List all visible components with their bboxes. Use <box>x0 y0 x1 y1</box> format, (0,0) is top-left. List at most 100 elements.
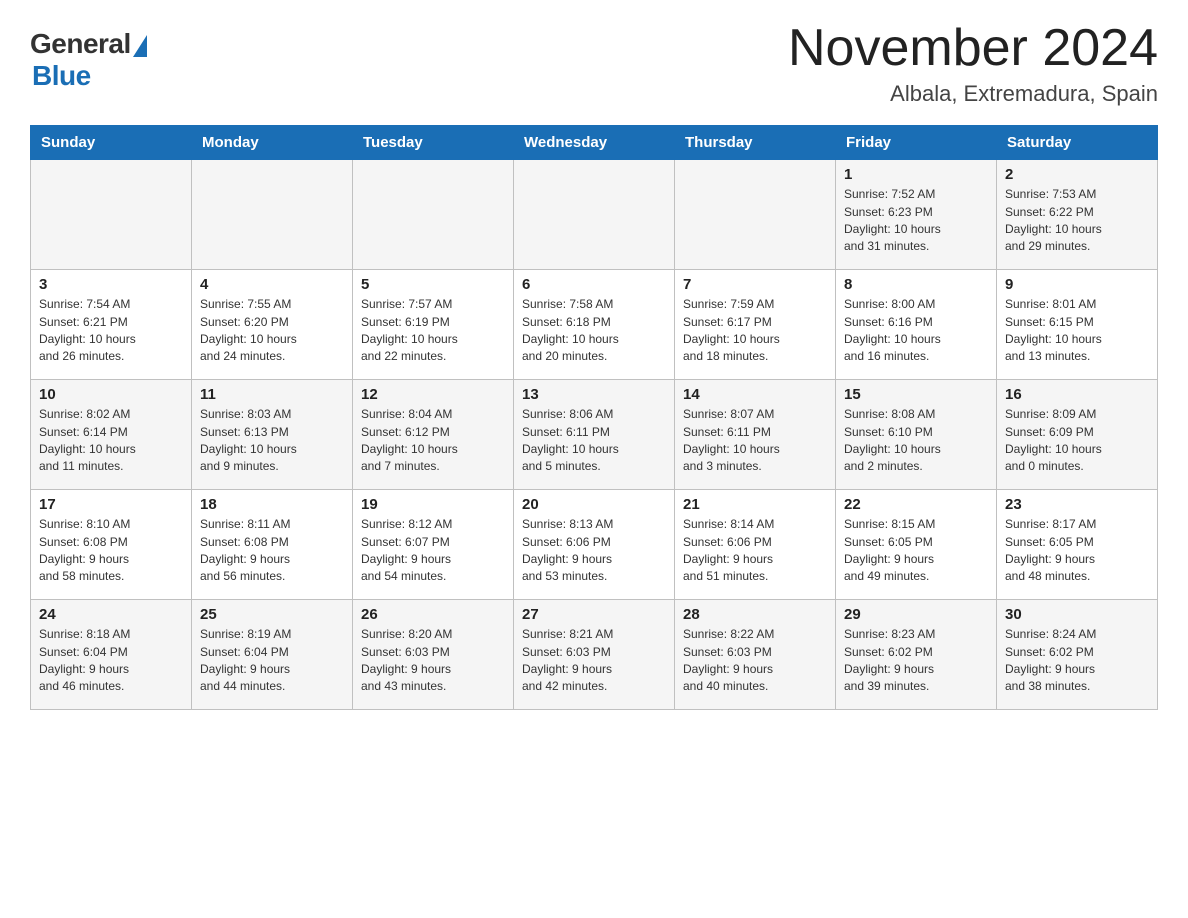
calendar-cell: 19Sunrise: 8:12 AM Sunset: 6:07 PM Dayli… <box>353 490 514 600</box>
day-number: 23 <box>1005 496 1149 513</box>
logo: General Blue <box>30 28 147 92</box>
calendar-cell: 6 Sunrise: 7:58 AM Sunset: 6:18 PM Daylig… <box>514 270 675 380</box>
day-info: Sunrise: 7:54 AM Sunset: 6:21 PM Dayligh… <box>39 297 136 363</box>
calendar-cell <box>31 160 192 270</box>
day-number: 26 <box>361 606 505 623</box>
day-number: 9 <box>1005 276 1149 293</box>
calendar-cell: 8Sunrise: 8:00 AM Sunset: 6:16 PM Daylig… <box>836 270 997 380</box>
calendar-cell: 25 Sunrise: 8:19 AM Sunset: 6:04 PM Dayli… <box>192 600 353 710</box>
day-info: Sunrise: 8:20 AM Sunset: 6:03 PM Dayligh… <box>361 627 452 693</box>
calendar-cell: 5 Sunrise: 7:57 AM Sunset: 6:19 PM Daylig… <box>353 270 514 380</box>
page-header: General Blue November 2024 Albala, Extre… <box>30 20 1158 107</box>
day-info: Sunrise: 8:13 AM Sunset: 6:06 PM Dayligh… <box>522 517 613 583</box>
day-info: Sunrise: 8:01 AM Sunset: 6:15 PM Dayligh… <box>1005 297 1102 363</box>
calendar-cell: 21Sunrise: 8:14 AM Sunset: 6:06 PM Dayli… <box>675 490 836 600</box>
day-info: Sunrise: 8:14 AM Sunset: 6:06 PM Dayligh… <box>683 517 774 583</box>
day-number: 8 <box>844 276 988 293</box>
day-number: 28 <box>683 606 827 623</box>
calendar-cell <box>192 160 353 270</box>
calendar-cell: 23 Sunrise: 8:17 AM Sunset: 6:05 PM Dayli… <box>997 490 1158 600</box>
calendar-cell: 16Sunrise: 8:09 AM Sunset: 6:09 PM Dayli… <box>997 380 1158 490</box>
weekday-header-thursday: Thursday <box>675 126 836 160</box>
day-number: 15 <box>844 386 988 403</box>
calendar-cell: 26 Sunrise: 8:20 AM Sunset: 6:03 PM Dayli… <box>353 600 514 710</box>
day-number: 18 <box>200 496 344 513</box>
day-info: Sunrise: 7:57 AM Sunset: 6:19 PM Dayligh… <box>361 297 458 363</box>
day-number: 3 <box>39 276 183 293</box>
calendar-cell: 7 Sunrise: 7:59 AM Sunset: 6:17 PM Daylig… <box>675 270 836 380</box>
day-number: 13 <box>522 386 666 403</box>
day-number: 14 <box>683 386 827 403</box>
day-number: 25 <box>200 606 344 623</box>
day-number: 29 <box>844 606 988 623</box>
day-info: Sunrise: 8:11 AM Sunset: 6:08 PM Dayligh… <box>200 517 291 583</box>
day-info: Sunrise: 8:08 AM Sunset: 6:10 PM Dayligh… <box>844 407 941 473</box>
day-info: Sunrise: 8:12 AM Sunset: 6:07 PM Dayligh… <box>361 517 452 583</box>
day-info: Sunrise: 8:15 AM Sunset: 6:05 PM Dayligh… <box>844 517 935 583</box>
day-info: Sunrise: 8:10 AM Sunset: 6:08 PM Dayligh… <box>39 517 130 583</box>
calendar-cell: 13 Sunrise: 8:06 AM Sunset: 6:11 PM Dayli… <box>514 380 675 490</box>
calendar-cell: 17Sunrise: 8:10 AM Sunset: 6:08 PM Dayli… <box>31 490 192 600</box>
calendar-cell: 22 Sunrise: 8:15 AM Sunset: 6:05 PM Dayli… <box>836 490 997 600</box>
day-info: Sunrise: 7:59 AM Sunset: 6:17 PM Dayligh… <box>683 297 780 363</box>
day-info: Sunrise: 7:58 AM Sunset: 6:18 PM Dayligh… <box>522 297 619 363</box>
day-info: Sunrise: 8:21 AM Sunset: 6:03 PM Dayligh… <box>522 627 613 693</box>
calendar-cell: 1 Sunrise: 7:52 AM Sunset: 6:23 PM Daylig… <box>836 160 997 270</box>
weekday-header-row: SundayMondayTuesdayWednesdayThursdayFrid… <box>31 126 1158 160</box>
calendar-title: November 2024 <box>788 20 1158 77</box>
day-number: 24 <box>39 606 183 623</box>
weekday-header-tuesday: Tuesday <box>353 126 514 160</box>
day-number: 22 <box>844 496 988 513</box>
day-info: Sunrise: 8:06 AM Sunset: 6:11 PM Dayligh… <box>522 407 619 473</box>
calendar-week-row: 17Sunrise: 8:10 AM Sunset: 6:08 PM Dayli… <box>31 490 1158 600</box>
calendar-week-row: 1 Sunrise: 7:52 AM Sunset: 6:23 PM Daylig… <box>31 160 1158 270</box>
day-info: Sunrise: 8:22 AM Sunset: 6:03 PM Dayligh… <box>683 627 774 693</box>
day-info: Sunrise: 8:03 AM Sunset: 6:13 PM Dayligh… <box>200 407 297 473</box>
calendar-cell: 12 Sunrise: 8:04 AM Sunset: 6:12 PM Dayli… <box>353 380 514 490</box>
calendar-cell: 4 Sunrise: 7:55 AM Sunset: 6:20 PM Daylig… <box>192 270 353 380</box>
day-number: 5 <box>361 276 505 293</box>
calendar-subtitle: Albala, Extremadura, Spain <box>788 81 1158 107</box>
day-number: 4 <box>200 276 344 293</box>
day-number: 12 <box>361 386 505 403</box>
weekday-header-wednesday: Wednesday <box>514 126 675 160</box>
day-info: Sunrise: 7:52 AM Sunset: 6:23 PM Dayligh… <box>844 187 941 253</box>
calendar-cell: 30Sunrise: 8:24 AM Sunset: 6:02 PM Dayli… <box>997 600 1158 710</box>
calendar-cell: 2Sunrise: 7:53 AM Sunset: 6:22 PM Daylig… <box>997 160 1158 270</box>
day-info: Sunrise: 8:17 AM Sunset: 6:05 PM Dayligh… <box>1005 517 1096 583</box>
day-info: Sunrise: 8:07 AM Sunset: 6:11 PM Dayligh… <box>683 407 780 473</box>
day-number: 10 <box>39 386 183 403</box>
calendar-cell: 18 Sunrise: 8:11 AM Sunset: 6:08 PM Dayli… <box>192 490 353 600</box>
calendar-cell <box>675 160 836 270</box>
calendar-table: SundayMondayTuesdayWednesdayThursdayFrid… <box>30 125 1158 710</box>
day-info: Sunrise: 7:53 AM Sunset: 6:22 PM Dayligh… <box>1005 187 1102 253</box>
day-info: Sunrise: 8:04 AM Sunset: 6:12 PM Dayligh… <box>361 407 458 473</box>
calendar-cell: 10Sunrise: 8:02 AM Sunset: 6:14 PM Dayli… <box>31 380 192 490</box>
calendar-cell: 3 Sunrise: 7:54 AM Sunset: 6:21 PM Daylig… <box>31 270 192 380</box>
day-info: Sunrise: 7:55 AM Sunset: 6:20 PM Dayligh… <box>200 297 297 363</box>
calendar-cell: 29Sunrise: 8:23 AM Sunset: 6:02 PM Dayli… <box>836 600 997 710</box>
calendar-cell <box>353 160 514 270</box>
calendar-week-row: 3 Sunrise: 7:54 AM Sunset: 6:21 PM Daylig… <box>31 270 1158 380</box>
day-info: Sunrise: 8:24 AM Sunset: 6:02 PM Dayligh… <box>1005 627 1096 693</box>
calendar-cell: 9 Sunrise: 8:01 AM Sunset: 6:15 PM Daylig… <box>997 270 1158 380</box>
logo-triangle-icon <box>133 35 147 57</box>
day-number: 1 <box>844 166 988 183</box>
calendar-cell: 20 Sunrise: 8:13 AM Sunset: 6:06 PM Dayli… <box>514 490 675 600</box>
weekday-header-friday: Friday <box>836 126 997 160</box>
calendar-cell: 27Sunrise: 8:21 AM Sunset: 6:03 PM Dayli… <box>514 600 675 710</box>
logo-general-text: General <box>30 28 131 60</box>
calendar-cell: 15 Sunrise: 8:08 AM Sunset: 6:10 PM Dayli… <box>836 380 997 490</box>
day-number: 11 <box>200 386 344 403</box>
day-number: 6 <box>522 276 666 293</box>
calendar-cell: 24Sunrise: 8:18 AM Sunset: 6:04 PM Dayli… <box>31 600 192 710</box>
calendar-week-row: 24Sunrise: 8:18 AM Sunset: 6:04 PM Dayli… <box>31 600 1158 710</box>
calendar-cell: 11 Sunrise: 8:03 AM Sunset: 6:13 PM Dayli… <box>192 380 353 490</box>
calendar-cell <box>514 160 675 270</box>
day-number: 20 <box>522 496 666 513</box>
title-block: November 2024 Albala, Extremadura, Spain <box>788 20 1158 107</box>
day-info: Sunrise: 8:09 AM Sunset: 6:09 PM Dayligh… <box>1005 407 1102 473</box>
day-info: Sunrise: 8:19 AM Sunset: 6:04 PM Dayligh… <box>200 627 291 693</box>
calendar-cell: 14 Sunrise: 8:07 AM Sunset: 6:11 PM Dayli… <box>675 380 836 490</box>
day-number: 7 <box>683 276 827 293</box>
